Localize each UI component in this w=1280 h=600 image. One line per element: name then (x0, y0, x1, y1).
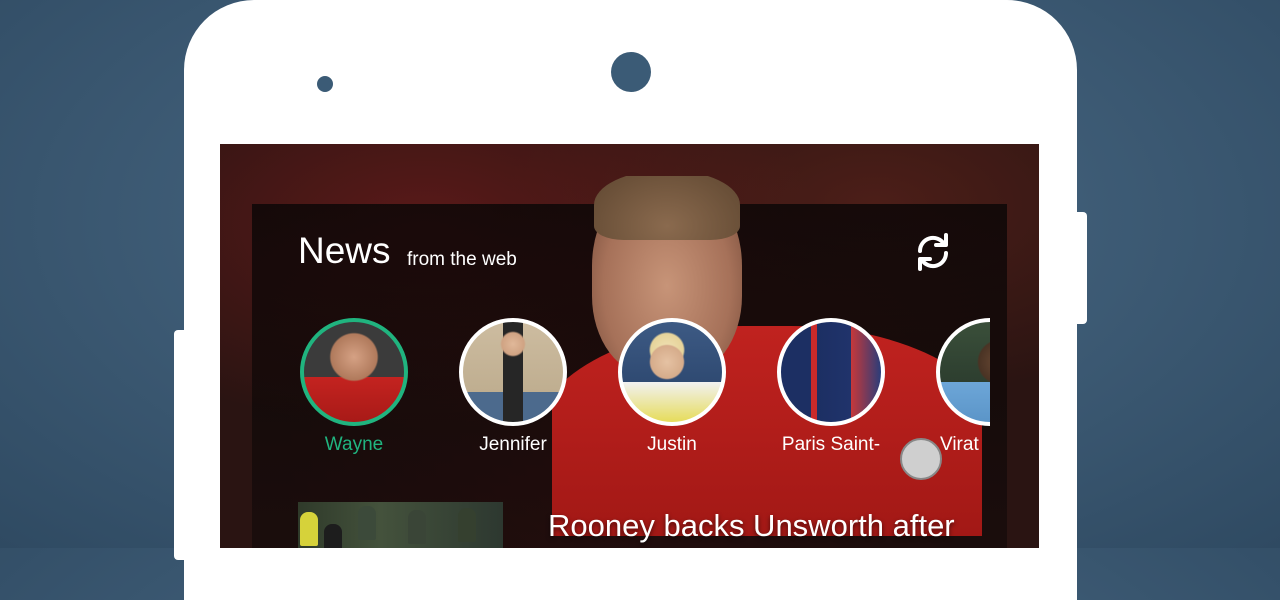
article-headline[interactable]: Rooney backs Unsworth after (548, 508, 955, 544)
avatar-virat (936, 318, 990, 426)
thumb-figure (324, 524, 342, 548)
person-name: Justin (647, 434, 697, 455)
person-virat[interactable]: Virat (930, 318, 990, 456)
news-subtitle: from the web (407, 249, 517, 270)
avatar-justin (618, 318, 726, 426)
avatar-paris-saint (777, 318, 885, 426)
hero-hair (594, 176, 740, 240)
thumb-figure (458, 508, 476, 542)
proximity-sensor (317, 76, 333, 92)
person-name: Virat (940, 434, 979, 455)
person-justin[interactable]: Justin (612, 318, 732, 456)
person-name: Jennifer (479, 434, 547, 455)
person-paris-saint[interactable]: Paris Saint- (771, 318, 891, 456)
avatar-wayne (300, 318, 408, 426)
news-title: News (298, 230, 391, 271)
thumb-figure (300, 512, 318, 546)
phone-screen: News from the web Wayne Jennifer Justin … (220, 144, 1039, 548)
person-wayne[interactable]: Wayne (294, 318, 414, 456)
thumb-figure (358, 506, 376, 540)
person-name: Wayne (324, 434, 384, 455)
article-thumbnail[interactable] (298, 502, 503, 548)
person-jennifer[interactable]: Jennifer (453, 318, 573, 456)
avatar-jennifer (459, 318, 567, 426)
thumb-figure (408, 510, 426, 544)
front-camera (611, 52, 651, 92)
refresh-icon[interactable] (911, 230, 955, 274)
person-name: Paris Saint- (781, 434, 881, 455)
